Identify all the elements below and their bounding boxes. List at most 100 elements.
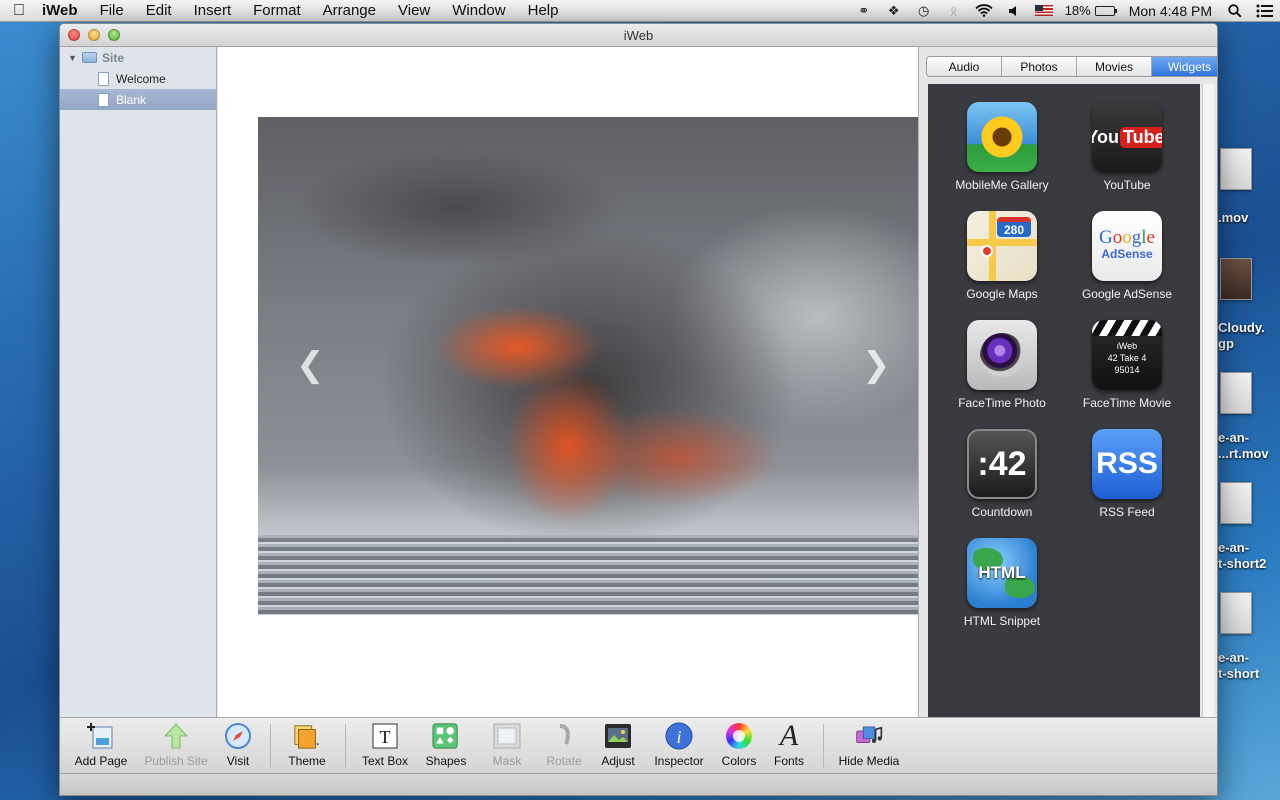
page-canvas[interactable]: ❮ ❯ (218, 47, 918, 717)
sidebar-page-welcome[interactable]: Welcome (60, 68, 216, 89)
widget-facetime-photo[interactable]: FaceTime Photo (941, 320, 1063, 410)
desktop-file-label[interactable]: t-short2 (1218, 556, 1280, 572)
clapper-line: 95014 (1114, 365, 1140, 375)
desktop-file-label[interactable]: gp (1218, 336, 1280, 352)
google-maps-icon: 280 (967, 211, 1037, 281)
maps-shield-text: 280 (997, 217, 1031, 237)
sidebar-site-label: Site (102, 50, 125, 65)
disclosure-triangle-icon[interactable]: ▼ (68, 53, 82, 63)
desktop-file-label[interactable]: e-an- (1218, 650, 1280, 666)
tab-photos[interactable]: Photos (1002, 57, 1077, 76)
widget-youtube[interactable]: YouTube YouTube (1066, 102, 1188, 192)
facetime-photo-icon (967, 320, 1037, 390)
theme-button[interactable]: Theme (272, 722, 342, 768)
widget-countdown[interactable]: :42 Countdown (941, 429, 1063, 519)
page-icon (98, 71, 109, 86)
battery-percent: 18% (1064, 3, 1091, 18)
publish-up-arrow-icon (162, 722, 190, 750)
tab-movies[interactable]: Movies (1077, 57, 1152, 76)
widget-label: FaceTime Movie (1082, 396, 1172, 410)
window-titlebar[interactable]: iWeb (60, 24, 1217, 47)
countdown-icon-text: :42 (977, 444, 1027, 483)
desktop-file-icon[interactable] (1220, 482, 1252, 524)
bluetooth-icon[interactable]: ᛟ (939, 0, 969, 22)
desktop-file-label[interactable]: ...rt.mov (1218, 446, 1280, 462)
previous-arrow-icon[interactable]: ❮ (296, 345, 325, 385)
widget-label: Google Maps (966, 287, 1038, 301)
add-page-button[interactable]: Add Page (66, 722, 136, 768)
desktop-file-icon[interactable] (1220, 592, 1252, 634)
window-status-bar (60, 773, 1217, 795)
time-machine-icon[interactable]: ◷ (909, 0, 939, 22)
inspector-label: Inspector (654, 754, 704, 768)
volume-icon[interactable] (999, 0, 1029, 22)
menu-file[interactable]: File (89, 2, 135, 19)
notification-center-icon[interactable] (1250, 0, 1280, 22)
adsense-word: AdSense (1101, 247, 1153, 261)
menu-format[interactable]: Format (242, 2, 312, 19)
rotate-label: Rotate (546, 754, 582, 768)
tab-widgets[interactable]: Widgets (1152, 57, 1217, 76)
minimize-window-button[interactable] (88, 29, 100, 41)
site-sidebar: ▼ Site Welcome Blank (60, 47, 217, 717)
publish-site-button[interactable]: Publish Site (141, 722, 211, 768)
shapes-button[interactable]: Shapes (411, 722, 481, 768)
site-folder-icon (82, 52, 97, 63)
menu-insert[interactable]: Insert (183, 2, 243, 19)
menu-arrange[interactable]: Arrange (312, 2, 387, 19)
widget-label: Google AdSense (1081, 287, 1173, 301)
desktop-file-label[interactable]: e-an- (1218, 540, 1280, 556)
widget-label: RSS Feed (1099, 505, 1155, 519)
menu-edit[interactable]: Edit (135, 2, 183, 19)
menu-help[interactable]: Help (517, 2, 570, 19)
dropbox-icon[interactable]: ❖ (879, 0, 909, 22)
adsense-google-word: Google (1099, 227, 1155, 248)
media-scrollbar[interactable] (1202, 84, 1214, 768)
widget-rss-feed[interactable]: RSS RSS Feed (1066, 429, 1188, 519)
wifi-icon[interactable] (969, 0, 999, 22)
next-arrow-icon[interactable]: ❯ (862, 345, 891, 385)
text-box-button[interactable]: T Text Box (350, 722, 420, 768)
visit-button[interactable]: Visit (203, 722, 273, 768)
media-tabs: Audio Photos Movies Widgets (926, 56, 1217, 77)
apple-menu-icon[interactable]:  (0, 2, 38, 20)
close-window-button[interactable] (68, 29, 80, 41)
clapper-line: iWeb (1116, 341, 1138, 351)
widget-google-maps[interactable]: 280 Google Maps (941, 211, 1063, 301)
desktop-file-label[interactable]: .mov (1218, 210, 1280, 226)
adjust-label: Adjust (601, 754, 635, 768)
spotlight-search-icon[interactable] (1220, 0, 1250, 22)
input-source-flag-icon[interactable] (1029, 0, 1059, 22)
sidebar-page-blank[interactable]: Blank (60, 89, 216, 110)
menubar-clock[interactable]: Mon 4:48 PM (1121, 3, 1220, 19)
clapper-line: 42 Take 4 (1107, 353, 1147, 363)
photo-water (258, 535, 918, 615)
tab-audio[interactable]: Audio (927, 57, 1002, 76)
hide-media-button[interactable]: Hide Media (834, 722, 904, 768)
desktop-file-icon[interactable] (1220, 258, 1252, 300)
fonts-button[interactable]: A Fonts (754, 719, 824, 768)
widget-google-adsense[interactable]: Google AdSense Google AdSense (1066, 211, 1188, 301)
desktop-file-icon[interactable] (1220, 372, 1252, 414)
youtube-icon-tube: Tube (1120, 126, 1162, 148)
sidebar-site-row[interactable]: ▼ Site (60, 47, 216, 68)
bottom-toolbar: Add Page Publish Site Visit Theme T Text… (60, 717, 1217, 773)
mobileme-gallery-icon (967, 102, 1037, 172)
widget-mobileme-gallery[interactable]: MobileMe Gallery (941, 102, 1063, 192)
desktop-file-icon[interactable] (1220, 148, 1252, 190)
menu-view[interactable]: View (387, 2, 441, 19)
cloud-sync-icon[interactable]: ⚭ (849, 0, 879, 22)
desktop-file-label[interactable]: Cloudy. (1218, 320, 1280, 336)
menu-bar:  iWeb File Edit Insert Format Arrange V… (0, 0, 1280, 22)
widget-html-snippet[interactable]: HTML HTML Snippet (941, 538, 1063, 628)
lava-photo-slideshow[interactable]: ❮ ❯ (258, 117, 918, 615)
menu-window[interactable]: Window (441, 2, 516, 19)
theme-label: Theme (288, 754, 326, 768)
adjust-button[interactable]: Adjust (583, 722, 653, 768)
zoom-window-button[interactable] (108, 29, 120, 41)
desktop-file-label[interactable]: t-short (1218, 666, 1280, 682)
widget-facetime-movie[interactable]: iWeb 42 Take 4 95014 FaceTime Movie (1066, 320, 1188, 410)
menu-app-iweb[interactable]: iWeb (38, 2, 89, 19)
desktop-file-label[interactable]: e-an- (1218, 430, 1280, 446)
battery-indicator[interactable]: 18% (1059, 3, 1121, 18)
